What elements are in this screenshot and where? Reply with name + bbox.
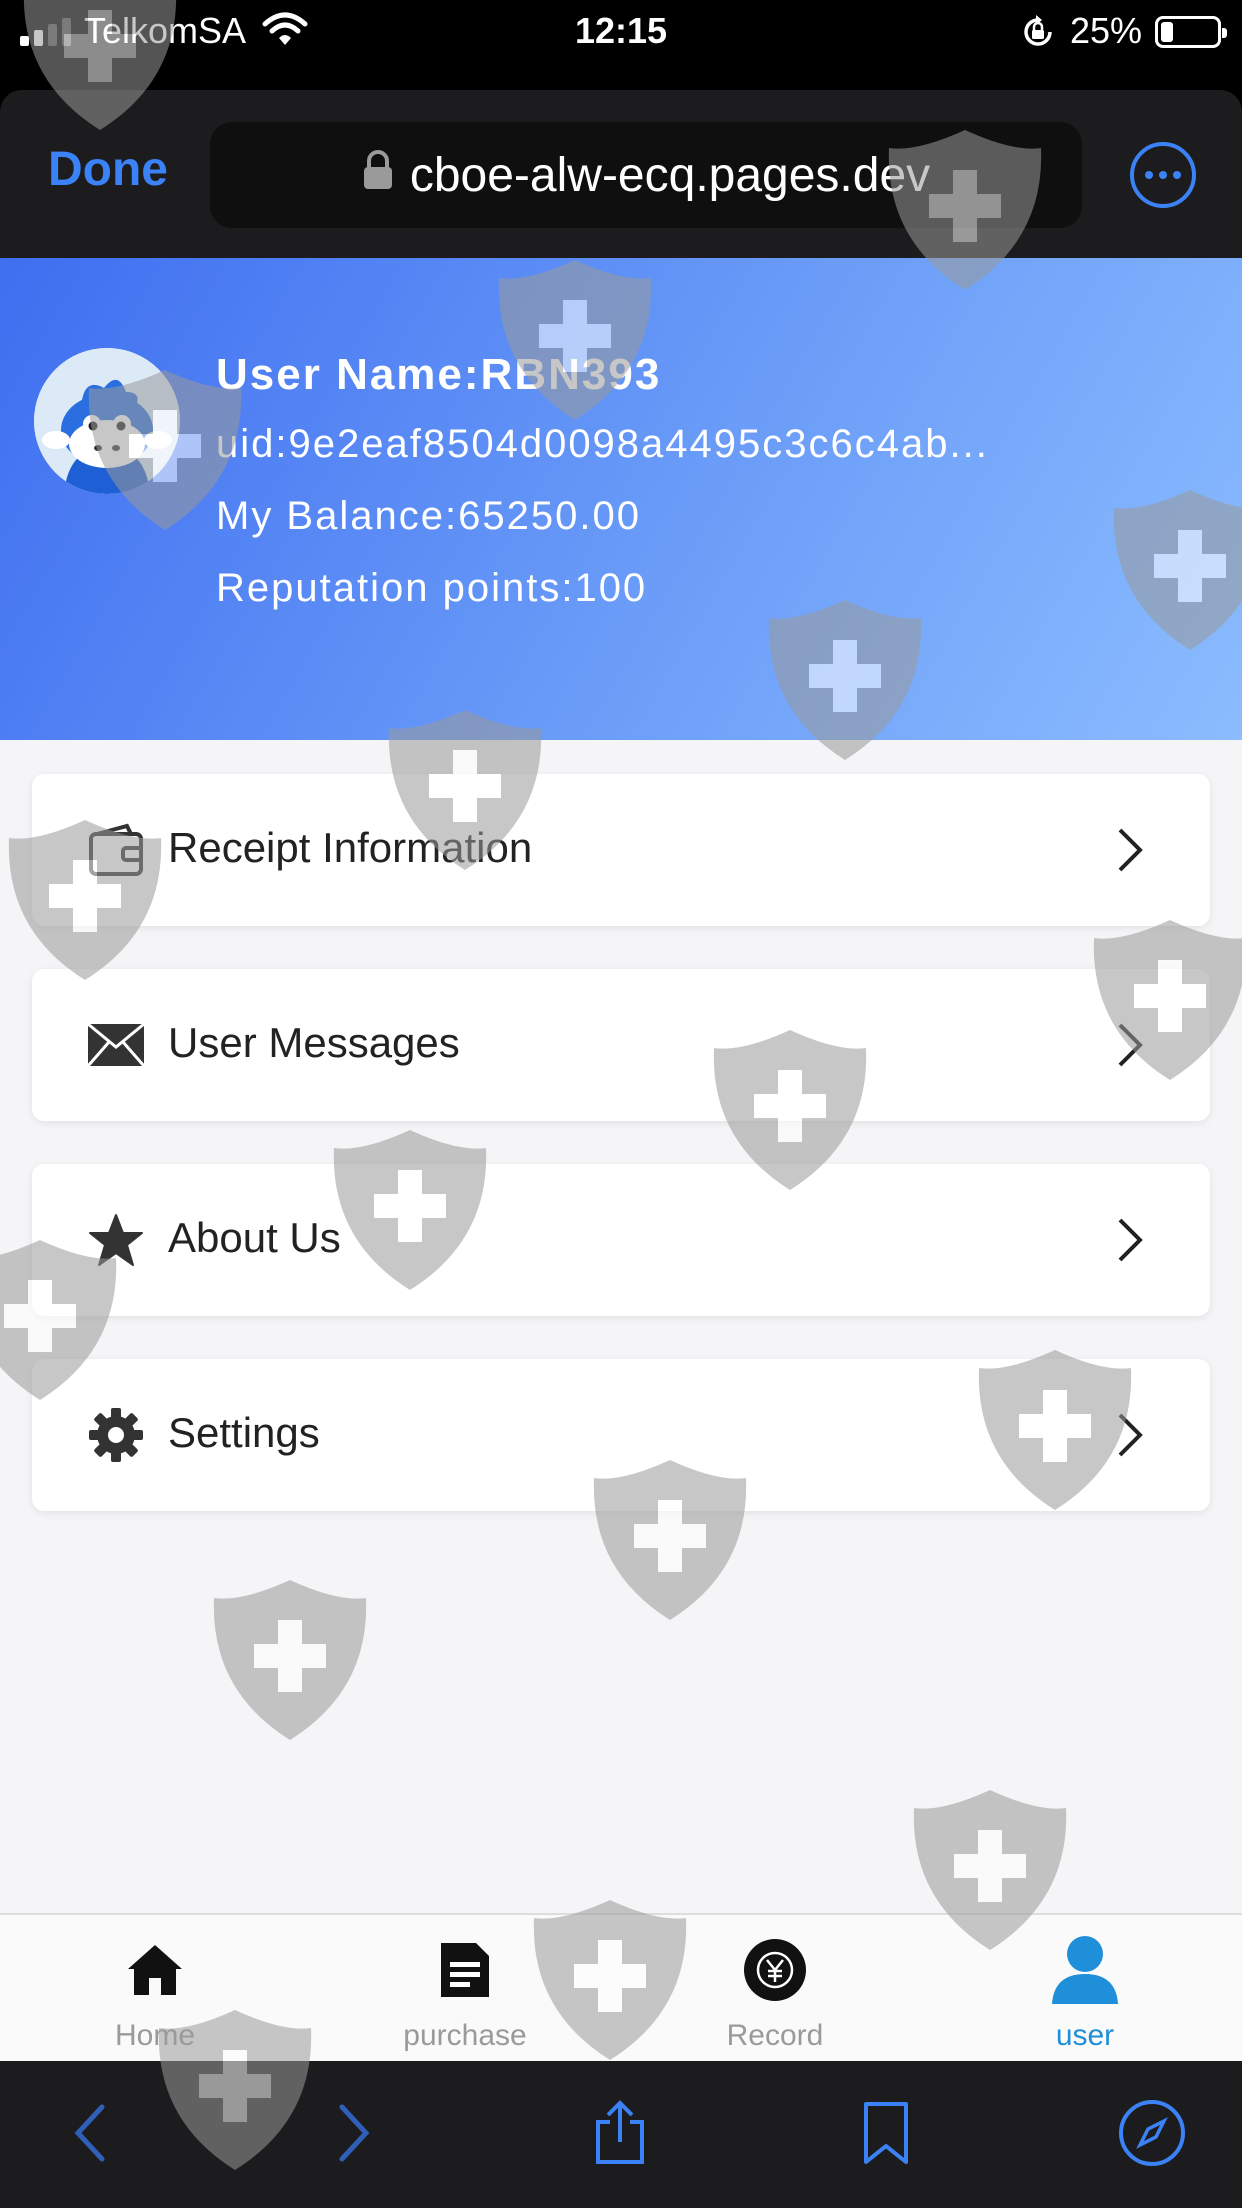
forward-icon[interactable] xyxy=(318,2097,390,2169)
url-bar[interactable]: cboe-alw-ecq.pages.dev xyxy=(210,122,1082,228)
menu-label: Settings xyxy=(168,1409,320,1456)
page-content: User Name:RBN393 uid:9e2eaf8504d0098a449… xyxy=(0,258,1242,1913)
rotation-lock-icon xyxy=(1020,14,1056,55)
user-name: User Name:RBN393 xyxy=(216,350,662,399)
back-icon[interactable] xyxy=(54,2097,126,2169)
user-balance: My Balance:65250.00 xyxy=(216,494,641,538)
chevron-right-icon xyxy=(1116,1411,1144,1464)
record-icon xyxy=(620,1935,930,2005)
gear-icon xyxy=(86,1405,146,1465)
avatar[interactable] xyxy=(34,348,180,494)
battery-percent: 25% xyxy=(1070,10,1143,51)
menu-label: Receipt Information xyxy=(168,824,533,871)
menu-about-us[interactable]: About Us xyxy=(32,1164,1210,1316)
user-reputation: Reputation points:100 xyxy=(216,566,648,610)
menu-receipt-information[interactable]: Receipt Information xyxy=(32,774,1210,926)
tab-user[interactable]: user xyxy=(930,1915,1240,2063)
done-button[interactable]: Done xyxy=(48,142,168,197)
envelope-icon xyxy=(86,1015,146,1075)
chevron-right-icon xyxy=(1116,1216,1144,1269)
chevron-right-icon xyxy=(1116,1021,1144,1074)
tab-label: Home xyxy=(114,2019,196,2052)
chevron-right-icon xyxy=(1116,826,1144,879)
menu-user-messages[interactable]: User Messages xyxy=(32,969,1210,1121)
menu-label: About Us xyxy=(168,1214,341,1261)
compass-icon[interactable] xyxy=(1116,2097,1188,2169)
document-icon xyxy=(310,1935,620,2005)
battery-icon xyxy=(1155,16,1227,48)
profile-info: User Name:RBN393 uid:9e2eaf8504d0098a449… xyxy=(216,350,989,638)
lock-icon xyxy=(362,148,394,203)
profile-header: User Name:RBN393 uid:9e2eaf8504d0098a449… xyxy=(0,258,1242,740)
tab-home[interactable]: Home xyxy=(0,1915,310,2063)
menu-label: User Messages xyxy=(168,1019,460,1066)
wallet-icon xyxy=(86,820,146,880)
tab-purchase[interactable]: purchase xyxy=(310,1915,620,2063)
share-icon[interactable] xyxy=(584,2097,656,2169)
url-text: cboe-alw-ecq.pages.dev xyxy=(409,148,931,202)
home-icon xyxy=(0,1935,310,2005)
tab-label: purchase xyxy=(403,2019,527,2052)
browser-top-bar: Done cboe-alw-ecq.pages.dev xyxy=(0,90,1242,258)
bottom-tab-bar: Home purchase Record user xyxy=(0,1913,1242,2061)
user-uid: uid:9e2eaf8504d0098a4495c3c6c4ab... xyxy=(216,422,989,466)
tab-label: user xyxy=(1055,2019,1115,2052)
tab-record[interactable]: Record xyxy=(620,1915,930,2063)
menu-settings[interactable]: Settings xyxy=(32,1359,1210,1511)
bookmarks-icon[interactable] xyxy=(850,2097,922,2169)
status-bar: TelkomSA 12:15 25% xyxy=(0,0,1242,62)
star-icon xyxy=(86,1210,146,1270)
browser-toolbar xyxy=(0,2061,1242,2208)
tab-label: Record xyxy=(726,2019,824,2052)
user-icon xyxy=(930,1935,1240,2005)
more-options-icon[interactable] xyxy=(1130,142,1196,208)
